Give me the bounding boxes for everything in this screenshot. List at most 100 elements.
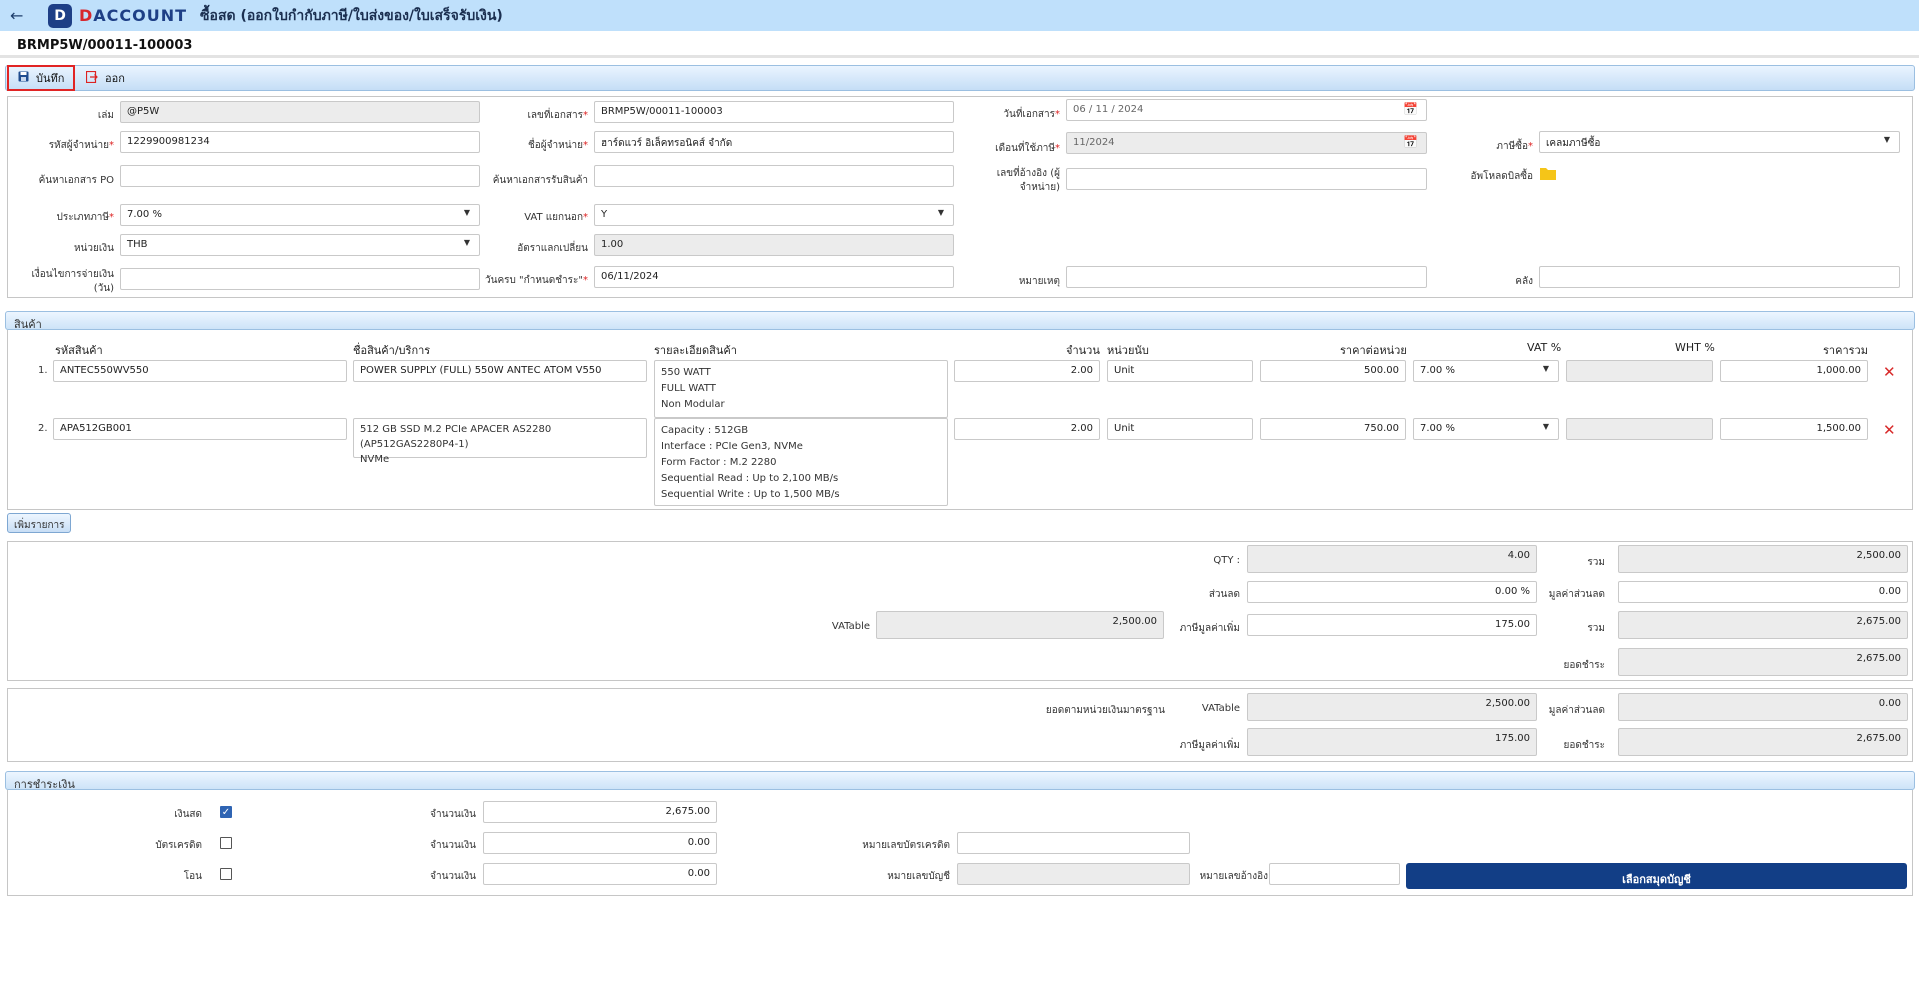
card-label: บัตรเครดิต — [155, 840, 202, 851]
vat-type-label: ประเภทภาษี* — [56, 212, 115, 223]
base-pay-field: 2,675.00 — [1618, 728, 1908, 756]
page-title: ซื้อสด (ออกใบกำกับภาษี/ใบส่งของ/ใบเสร็จร… — [200, 7, 503, 24]
card-no-label: หมายเลขบัตรเครดิต — [862, 840, 950, 851]
pay-field: 2,675.00 — [1618, 648, 1908, 676]
vat-type-select[interactable]: 7.00 % ▼ — [120, 204, 480, 226]
base-vat-field: 175.00 — [1247, 728, 1537, 756]
base-pay-label: ยอดชำระ — [1563, 740, 1605, 751]
doc-no-field[interactable]: BRMP5W/00011-100003 — [594, 101, 954, 123]
item-wht-field — [1566, 418, 1713, 440]
purchase-tax-select[interactable]: เคลมภาษีซื้อ ▼ — [1539, 131, 1900, 153]
document-bar: BRMP5W/00011-100003 — [0, 31, 1919, 58]
base-summary-title: ยอดตามหน่วยเงินมาตรฐาน — [1045, 705, 1165, 716]
cash-checkbox[interactable]: ✓ — [220, 806, 232, 818]
calendar-icon[interactable]: 📅 — [1403, 102, 1418, 116]
base-discount-field: 0.00 — [1618, 693, 1908, 721]
account-no-field — [957, 863, 1190, 885]
pay-label: ยอดชำระ — [1563, 660, 1605, 671]
book-label: เล่ม — [97, 110, 114, 121]
item-price-field[interactable]: 500.00 — [1260, 360, 1406, 382]
tax-month-field[interactable]: 11/2024 📅 — [1066, 132, 1427, 154]
col-header-wht: WHT % — [1675, 341, 1715, 354]
transfer-amount-field[interactable]: 0.00 — [483, 863, 717, 885]
base-vatable-label: VATable — [1201, 703, 1240, 714]
warehouse-field[interactable] — [1539, 266, 1900, 288]
ref-no-label: เลขที่อ้างอิง (ผู้ จำหน่าย) — [996, 168, 1060, 193]
discount-label: ส่วนลด — [1208, 589, 1240, 600]
discount-amount-label: มูลค่าส่วนลด — [1548, 589, 1605, 600]
col-header-unit: หน่วยนับ — [1107, 344, 1149, 357]
po-search-field[interactable] — [120, 165, 480, 187]
base-discount-label: มูลค่าส่วนลด — [1548, 705, 1605, 716]
save-button[interactable]: บันทึก — [7, 65, 75, 91]
currency-select[interactable]: THB ▼ — [120, 234, 480, 256]
discount-field[interactable]: 0.00 % — [1247, 581, 1537, 603]
document-number: BRMP5W/00011-100003 — [17, 38, 193, 53]
chevron-down-icon: ▼ — [1542, 364, 1549, 373]
receipt-search-field[interactable] — [594, 165, 954, 187]
folder-icon[interactable] — [1540, 166, 1556, 183]
transfer-label: โอน — [183, 871, 202, 882]
item-unit-field[interactable]: Unit — [1107, 360, 1253, 382]
item-qty-field[interactable]: 2.00 — [954, 418, 1100, 440]
vatable-label: VATable — [831, 621, 870, 632]
col-header-total: ราคารวม — [1823, 344, 1868, 357]
cash-amount-field[interactable]: 2,675.00 — [483, 801, 717, 823]
save-label: บันทึก — [36, 72, 65, 85]
col-header-name: ชื่อสินค้า/บริการ — [353, 344, 431, 357]
tax-month-label: เดือนที่ใช้ภาษี* — [995, 143, 1060, 154]
item-qty-field[interactable]: 2.00 — [954, 360, 1100, 382]
vendor-name-field[interactable]: ฮาร์ดแวร์ อิเล็คทรอนิคส์ จำกัด — [594, 131, 954, 153]
item-price-field[interactable]: 750.00 — [1260, 418, 1406, 440]
delete-row-icon[interactable]: ✕ — [1883, 421, 1896, 439]
item-code-field[interactable]: APA512GB001 — [53, 418, 347, 440]
vendor-code-field[interactable]: 1229900981234 — [120, 131, 480, 153]
discount-amount-field[interactable]: 0.00 — [1618, 581, 1908, 603]
book-field: @P5W — [120, 101, 480, 123]
card-checkbox[interactable] — [220, 837, 232, 849]
due-field[interactable]: 06/11/2024 — [594, 266, 954, 288]
vat-separate-select[interactable]: Y ▼ — [594, 204, 954, 226]
back-arrow-icon[interactable]: ← — [10, 6, 28, 25]
item-vat-select[interactable]: 7.00 % ▼ — [1413, 418, 1559, 440]
credit-label: เงื่อนไขการจ่ายเงิน (วัน) — [31, 269, 114, 294]
add-item-button[interactable]: เพิ่มรายการ — [7, 513, 71, 533]
doc-no-label: เลขที่เอกสาร* — [527, 110, 588, 121]
transfer-checkbox[interactable] — [220, 868, 232, 880]
calendar-icon[interactable]: 📅 — [1403, 135, 1418, 149]
col-header-qty: จำนวน — [1066, 344, 1100, 357]
account-no-label: หมายเลขบัญชี — [887, 871, 950, 882]
base-vat-label: ภาษีมูลค่าเพิ่ม — [1179, 740, 1240, 751]
choose-account-button[interactable]: เลือกสมุดบัญชี — [1406, 863, 1907, 889]
logo-badge: D — [48, 3, 72, 28]
save-icon — [18, 71, 29, 85]
doc-date-field[interactable]: 06 / 11 / 2024 📅 — [1066, 99, 1427, 121]
toolbar: บันทึก ออก — [5, 65, 1915, 91]
vat-separate-label: VAT แยกนอก* — [524, 212, 588, 223]
card-amount-field[interactable]: 0.00 — [483, 832, 717, 854]
item-wht-field — [1566, 360, 1713, 382]
delete-row-icon[interactable]: ✕ — [1883, 363, 1896, 381]
rate-field: 1.00 — [594, 234, 954, 256]
transfer-amount-label: จำนวนเงิน — [430, 871, 476, 882]
receipt-search-label: ค้นหาเอกสารรับสินค้า — [492, 175, 588, 186]
item-detail-field[interactable]: Capacity : 512GB Interface : PCIe Gen3, N… — [654, 418, 948, 506]
doc-date-label: วันที่เอกสาร* — [1003, 109, 1060, 120]
col-header-vat: VAT % — [1527, 341, 1562, 354]
item-unit-field[interactable]: Unit — [1107, 418, 1253, 440]
credit-field[interactable] — [120, 268, 480, 290]
note-field[interactable] — [1066, 266, 1427, 288]
item-name-field[interactable]: 512 GB SSD M.2 PCIe APACER AS2280 (AP512… — [353, 418, 647, 465]
vendor-code-label: รหัสผู้จำหน่าย* — [48, 140, 114, 151]
card-no-field[interactable] — [957, 832, 1190, 854]
ref-no-field[interactable] — [1066, 168, 1427, 190]
sum-label: รวม — [1587, 557, 1605, 568]
item-vat-select[interactable]: 7.00 % ▼ — [1413, 360, 1559, 382]
item-name-field[interactable]: POWER SUPPLY (FULL) 550W ANTEC ATOM V550 — [353, 360, 647, 382]
exit-button[interactable]: ออก — [82, 68, 125, 88]
item-detail-field[interactable]: 550 WATT FULL WATT Non Modular — [654, 360, 948, 418]
item-code-field[interactable]: ANTEC550WV550 — [53, 360, 347, 382]
ref-field[interactable] — [1269, 863, 1400, 885]
col-header-code: รหัสสินค้า — [55, 344, 103, 357]
vat-field[interactable]: 175.00 — [1247, 614, 1537, 636]
